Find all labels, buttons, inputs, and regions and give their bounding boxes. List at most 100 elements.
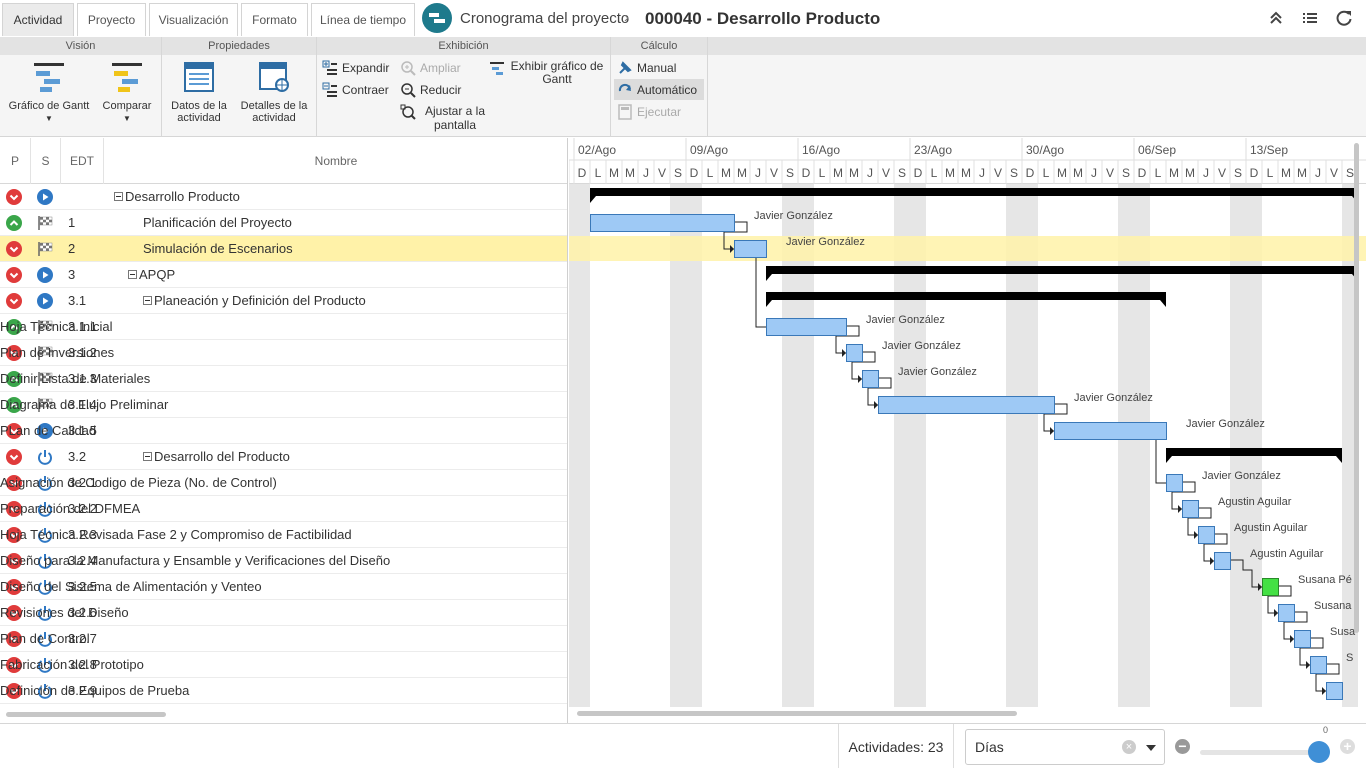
activity-name: PLan de Calidad	[0, 423, 97, 438]
table-row[interactable]: 3.2.6 Revisiones del Diseño	[0, 600, 567, 626]
table-row[interactable]: 3.2.7 Plan de Control	[0, 626, 567, 652]
activity-name: Hoja Técnica Inicial	[0, 319, 113, 334]
task-bar	[1294, 630, 1311, 648]
gantt-chart-button[interactable]: Gráfico de Gantt ▼	[4, 61, 94, 125]
clear-icon[interactable]: ×	[1122, 740, 1136, 754]
day-label: D	[1250, 166, 1259, 180]
run-button[interactable]: Ejecutar	[617, 104, 681, 120]
activity-name: Revisiones del Diseño	[0, 605, 129, 620]
activity-details-button[interactable]: Detalles de la actividad	[237, 61, 311, 124]
show-gantt-button[interactable]: Exhibir gráfico de Gantt	[489, 60, 605, 86]
zoom-plus-icon[interactable]: +	[1340, 739, 1355, 754]
table-row[interactable]: 3.2.9 Definición de Equipos de Prueba	[0, 678, 567, 704]
manual-button[interactable]: Manual	[617, 60, 676, 76]
weekend-shade	[1134, 184, 1150, 707]
collapse-button[interactable]: Contraer	[322, 82, 389, 98]
zoom-out-label: Reducir	[420, 83, 462, 97]
week-label: 06/Sep	[1138, 143, 1176, 157]
day-label: D	[578, 166, 587, 180]
column-header-p[interactable]: P	[0, 138, 31, 184]
show-gantt-icon	[490, 62, 504, 75]
weekend-shade	[1246, 184, 1262, 707]
column-header-edt[interactable]: EDT	[61, 138, 104, 184]
resource-label: Javier González	[1186, 418, 1265, 430]
table-row[interactable]: Desarrollo Producto	[0, 184, 567, 210]
table-row[interactable]: 3.2.8 Fabricación del Prototipo	[0, 652, 567, 678]
day-label: L	[1267, 166, 1274, 180]
collapse-toggle-icon[interactable]	[143, 296, 152, 305]
tab-linea-de-tiempo[interactable]: Línea de tiempo	[311, 3, 415, 36]
breadcrumb-parent[interactable]: Cronograma del proyecto	[460, 10, 629, 27]
resource-label: Javier González	[1074, 392, 1153, 404]
table-row[interactable]: 3.1 Planeación y Definición del Producto	[0, 288, 567, 314]
fit-screen-button[interactable]: Ajustar a la pantalla	[400, 104, 490, 132]
table-row[interactable]: 3.2.5 Diseño del Sistema de Alimentación …	[0, 574, 567, 600]
day-label: S	[1122, 166, 1130, 180]
table-row[interactable]: 3.2 Desarrollo del Producto	[0, 444, 567, 470]
tab-formato[interactable]: Formato	[241, 3, 308, 36]
table-row[interactable]: 3.1.2 Plan de Inversiones	[0, 340, 567, 366]
calculator-icon	[618, 104, 632, 120]
time-scale-select[interactable]: Días ×	[965, 729, 1165, 765]
show-gantt-label: Exhibir gráfico de Gantt	[510, 59, 604, 86]
tab-visualizacion[interactable]: Visualización	[149, 3, 238, 36]
task-bar	[878, 396, 1055, 414]
zoom-minus-icon[interactable]: −	[1175, 739, 1190, 754]
tab-actividad[interactable]: Actividad	[2, 3, 74, 36]
weekend-shade	[782, 184, 798, 707]
activity-name: Diseño del Sistema de Alimentación y Ven…	[0, 579, 262, 594]
dependency-line	[755, 258, 766, 328]
zoom-in-button[interactable]: Ampliar	[400, 60, 461, 76]
collapse-toggle-icon[interactable]	[143, 452, 152, 461]
table-row[interactable]: 3 APQP	[0, 262, 567, 288]
expand-button[interactable]: Expandir	[322, 60, 389, 76]
table-row[interactable]: 3.1.3 Definir Lista de Materiales	[0, 366, 567, 392]
tab-proyecto[interactable]: Proyecto	[77, 3, 146, 36]
automatic-button[interactable]: Automático	[614, 79, 704, 100]
day-label: M	[609, 166, 619, 180]
table-row[interactable]: 3.2.3 Hoja Técnica Revisada Fase 2 y Comp…	[0, 522, 567, 548]
task-bar	[1198, 526, 1215, 544]
activity-name: APQP	[128, 267, 175, 282]
expand-icon	[322, 60, 337, 75]
table-row[interactable]: 3.2.2 Preparación del DFMEA	[0, 496, 567, 522]
day-label: V	[1106, 166, 1114, 180]
table-row[interactable]: 3.1.4 Diagrama de Flujo Preliminar	[0, 392, 567, 418]
day-label: V	[1330, 166, 1338, 180]
dependency-arrow	[1050, 427, 1054, 435]
collapse-toggle-icon[interactable]	[114, 192, 123, 201]
compare-button[interactable]: Comparar ▼	[100, 61, 154, 125]
collapse-label: Contraer	[342, 83, 389, 97]
table-row[interactable]: 3.1.1 Hoja Técnica Inicial	[0, 314, 567, 340]
dependency-arrow	[874, 401, 878, 409]
collapse-toggle-icon[interactable]	[128, 270, 137, 279]
resource-label: Agustin Aguilar	[1250, 548, 1324, 560]
day-label: S	[674, 166, 682, 180]
zoom-out-button[interactable]: Reducir	[400, 82, 461, 98]
chevron-down-icon[interactable]	[1146, 745, 1156, 751]
task-bar	[590, 214, 735, 232]
grid-header: P S EDT Nombre	[0, 138, 567, 184]
table-row[interactable]: 3.2.4 Diseño para la Manufactura y Ensamb…	[0, 548, 567, 574]
activity-data-button[interactable]: Datos de la actividad	[166, 61, 232, 124]
table-row[interactable]: 3.1.5 PLan de Calidad	[0, 418, 567, 444]
table-row[interactable]: 1 Planificación del Proyecto	[0, 210, 567, 236]
breadcrumb-separator: ›	[624, 9, 629, 26]
summary-bar	[766, 292, 1166, 300]
task-bar	[1214, 552, 1231, 570]
column-header-s[interactable]: S	[31, 138, 61, 184]
table-row[interactable]: 2 Simulación de Escenarios	[0, 236, 567, 262]
refresh-icon[interactable]	[1334, 8, 1354, 28]
gantt-chart: 02/Ago 09/Ago 16/Ago 23/Ago 30/Ago 06/Sep 13/S…	[569, 138, 1366, 723]
list-icon[interactable]	[1300, 8, 1320, 28]
weekend-shade	[686, 184, 702, 707]
collapse-up-icon[interactable]	[1266, 8, 1286, 28]
zoom-slider-thumb[interactable]	[1308, 741, 1330, 763]
selected-row-band	[569, 236, 1366, 261]
table-row[interactable]: 3.2.1 Asignación de Codigo de Pieza (No. …	[0, 470, 567, 496]
column-header-name[interactable]: Nombre	[104, 138, 567, 184]
activity-grid: P S EDT Nombre Desarrollo Producto 1 Plani…	[0, 138, 568, 723]
grid-horizontal-scrollbar[interactable]	[6, 712, 166, 717]
day-label: J	[867, 166, 873, 180]
weekend-shade	[1022, 184, 1038, 707]
